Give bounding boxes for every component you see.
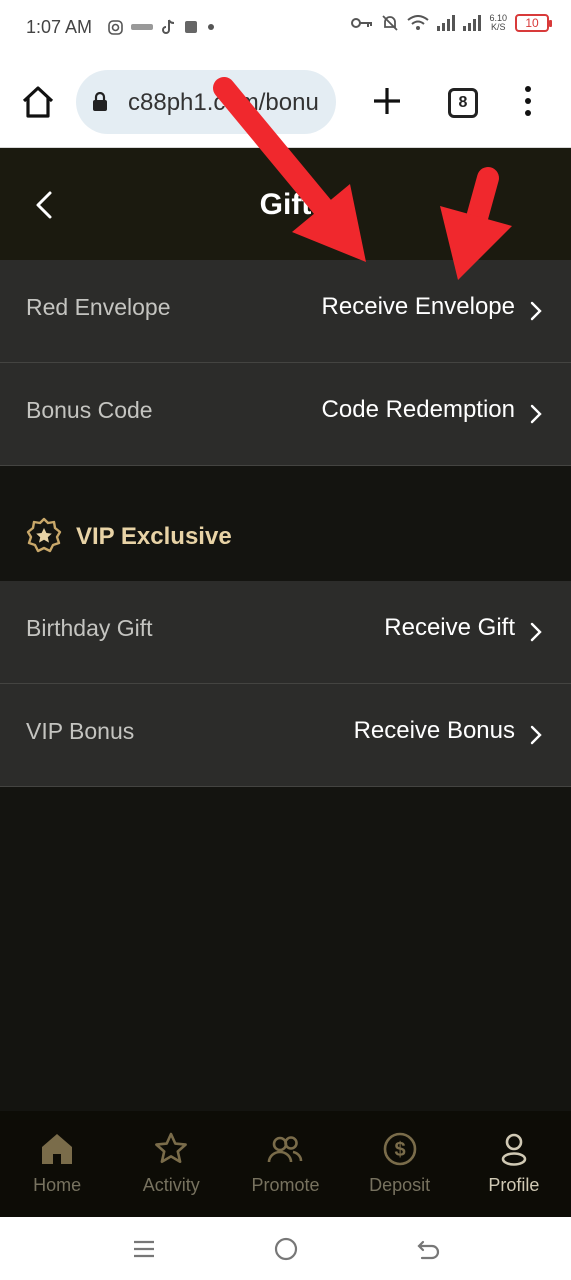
chevron-right-icon [530,622,542,642]
code-redemption-link[interactable]: Code Redemption [322,396,515,424]
nav-home[interactable]: Home [0,1111,114,1217]
mute-icon [382,15,399,31]
page-title: Gift [259,188,312,221]
chevron-right-icon [530,725,542,745]
chevron-right-icon [530,301,542,321]
signal-icon [437,15,456,31]
row-label: Birthday Gift [26,615,153,641]
page-header: Gift [0,148,571,260]
row-red-envelope[interactable]: Red Envelope Receive Envelope [0,260,571,363]
battery-indicator: 10 [515,14,552,32]
row-vip-bonus[interactable]: VIP Bonus Receive Bonus [0,684,571,787]
vip-badge-icon [26,517,62,553]
signal-icon-2 [463,15,482,31]
system-navigation-bar [0,1217,571,1280]
bottom-navigation: Home Activity Promote $ Deposit Profile [0,1111,571,1217]
nav-label: Home [33,1175,82,1195]
dot-icon [208,24,214,30]
vip-section-title: VIP Exclusive [76,523,232,550]
row-label: VIP Bonus [26,718,135,744]
content-empty-area [0,787,571,1111]
wifi-icon [407,15,430,30]
browser-toolbar: c88ph1.com/bonu 8 [0,58,571,148]
ucash-icon [131,24,153,30]
svg-text:$: $ [394,1139,405,1161]
recent-apps-icon[interactable] [130,1235,158,1263]
speed-unit: K/S [490,22,506,32]
address-bar[interactable]: c88ph1.com/bonu [76,70,336,134]
nav-label: Deposit [369,1175,431,1195]
receive-envelope-link[interactable]: Receive Envelope [322,293,515,321]
instagram-icon [108,19,123,35]
receive-bonus-link[interactable]: Receive Bonus [354,717,515,745]
home-circle-icon[interactable] [272,1235,300,1263]
status-time: 1:07 AM [26,17,93,37]
status-bar: 1:07 AM 6.10 K/S 10 [0,0,571,58]
home-button[interactable] [20,84,56,120]
star-icon [155,1132,188,1163]
new-tab-button[interactable] [370,84,404,118]
tab-switcher-button[interactable]: 8 [448,88,478,118]
nav-label: Activity [142,1175,200,1195]
nav-deposit[interactable]: $ Deposit [343,1111,457,1217]
row-label: Red Envelope [26,294,171,320]
person-icon [501,1133,527,1166]
app-icon [185,21,197,33]
status-indicators: 6.10 K/S 10 [351,14,552,32]
dollar-icon: $ [383,1132,416,1166]
row-birthday-gift[interactable]: Birthday Gift Receive Gift [0,581,571,684]
status-app-icons [108,19,216,35]
nav-activity[interactable]: Activity [114,1111,228,1217]
url-text: c88ph1.com/bonu [128,89,319,116]
lock-icon [93,92,107,111]
chevron-right-icon [530,404,542,424]
tiktok-icon [162,19,175,34]
row-label: Bonus Code [26,397,153,423]
nav-label: Promote [251,1175,320,1195]
nav-profile[interactable]: Profile [457,1111,571,1217]
more-menu-icon[interactable] [518,84,538,118]
vip-section-header: VIP Exclusive [0,467,571,581]
receive-gift-link[interactable]: Receive Gift [384,614,515,642]
home-icon [42,1134,73,1164]
nav-label: Profile [488,1175,540,1195]
key-icon [351,18,373,28]
users-icon [268,1136,303,1163]
nav-promote[interactable]: Promote [228,1111,342,1217]
back-arrow-icon[interactable] [414,1235,442,1263]
network-speed: 6.10 K/S [489,14,507,32]
row-bonus-code[interactable]: Bonus Code Code Redemption [0,363,571,466]
